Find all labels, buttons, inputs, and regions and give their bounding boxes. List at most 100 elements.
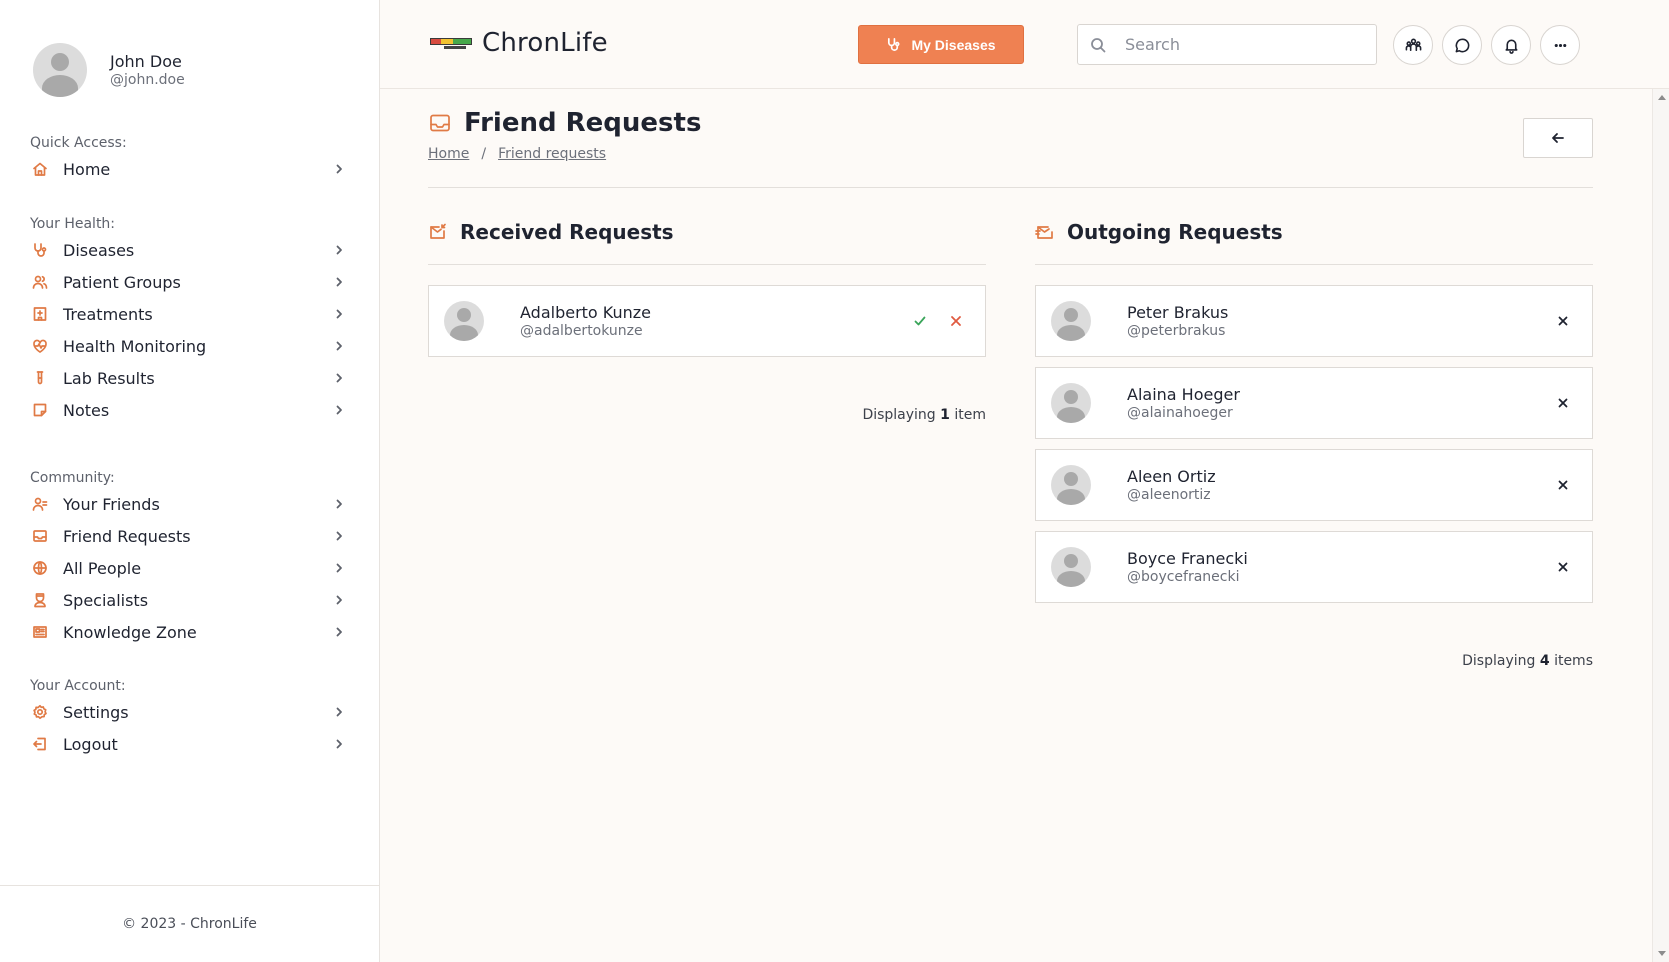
close-icon	[1558, 316, 1568, 326]
request-handle: @aleenortiz	[1127, 487, 1211, 503]
search-box	[1077, 24, 1377, 65]
sidebar-item-patient-groups[interactable]: Patient Groups	[30, 266, 345, 298]
sidebar-item-treatments[interactable]: Treatments	[30, 298, 345, 330]
nav-heading: Your Account:	[30, 678, 126, 694]
request-handle: @boycefranecki	[1127, 569, 1240, 585]
sidebar: John Doe @john.doe Quick Access: Home Yo…	[0, 0, 380, 962]
heart-pulse-icon	[31, 337, 49, 355]
back-button[interactable]	[1523, 118, 1593, 158]
nav-section-your-health: Your Health: Diseases Patient Groups Tre…	[30, 214, 345, 426]
cancel-request-button[interactable]	[1554, 312, 1572, 330]
sidebar-item-label: Your Friends	[63, 494, 160, 514]
sidebar-item-notes[interactable]: Notes	[30, 394, 345, 426]
bell-icon	[1505, 39, 1517, 54]
chat-icon	[1455, 38, 1469, 52]
outgoing-request-card: Peter Brakus @peterbrakus	[1035, 285, 1593, 357]
inbox-icon	[430, 114, 450, 132]
chevron-right-icon	[333, 626, 345, 638]
avatar	[1051, 547, 1091, 587]
chat-button[interactable]	[1442, 25, 1482, 65]
chevron-right-icon	[333, 706, 345, 718]
doctor-icon	[31, 591, 49, 609]
user-name: John Doe	[110, 52, 182, 71]
chevron-right-icon	[333, 244, 345, 256]
my-diseases-button[interactable]: My Diseases	[858, 25, 1024, 64]
outgoing-request-card: Aleen Ortiz @aleenortiz	[1035, 449, 1593, 521]
chevron-right-icon	[333, 738, 345, 750]
received-requests-panel: Received Requests Adalberto Kunze @adalb…	[428, 213, 986, 423]
users-icon	[31, 273, 49, 291]
chevron-right-icon	[333, 372, 345, 384]
cancel-request-button[interactable]	[1554, 394, 1572, 412]
nav-section-community: Community: Your Friends Friend Requests …	[30, 468, 345, 648]
outgoing-requests-title: Outgoing Requests	[1067, 219, 1283, 244]
avatar	[33, 43, 87, 97]
nav-heading: Your Health:	[30, 216, 116, 232]
request-name: Aleen Ortiz	[1127, 467, 1216, 486]
sidebar-item-label: Home	[63, 159, 111, 179]
outgoing-request-card: Boyce Franecki @boycefranecki	[1035, 531, 1593, 603]
stethoscope-icon	[888, 38, 900, 51]
received-requests-title: Received Requests	[460, 219, 674, 244]
nav-section-your-account: Your Account: Settings Logout	[30, 676, 345, 760]
more-icon	[1554, 43, 1566, 47]
sidebar-item-label: Health Monitoring	[63, 336, 207, 356]
sidebar-item-home[interactable]: Home	[30, 153, 345, 185]
outgoing-request-card: Alaina Hoeger @alainahoeger	[1035, 367, 1593, 439]
request-name: Adalberto Kunze	[520, 303, 652, 322]
sidebar-item-friend-requests[interactable]: Friend Requests	[30, 520, 345, 552]
people-icon	[1405, 38, 1421, 51]
avatar	[444, 301, 484, 341]
sidebar-item-label: Notes	[63, 400, 110, 420]
sidebar-item-settings[interactable]: Settings	[30, 696, 345, 728]
note-icon	[31, 401, 49, 419]
sidebar-item-label: Diseases	[63, 240, 135, 260]
notifications-button[interactable]	[1491, 25, 1531, 65]
chevron-right-icon	[333, 594, 345, 606]
sidebar-item-label: Friend Requests	[63, 526, 191, 546]
breadcrumb-separator: /	[481, 146, 487, 162]
sidebar-item-specialists[interactable]: Specialists	[30, 584, 345, 616]
nav-heading: Quick Access:	[30, 135, 127, 151]
avatar	[1051, 383, 1091, 423]
mail-outgoing-icon	[1035, 225, 1053, 239]
cancel-request-button[interactable]	[1554, 558, 1572, 576]
home-icon	[31, 160, 49, 178]
brand-logo	[430, 33, 472, 53]
close-icon	[1558, 398, 1568, 408]
test-tube-icon	[31, 369, 49, 387]
sidebar-item-label: Patient Groups	[63, 272, 181, 292]
search-input[interactable]	[1125, 35, 1355, 54]
breadcrumb-home-link[interactable]: Home	[428, 146, 469, 162]
sidebar-item-lab-results[interactable]: Lab Results	[30, 362, 345, 394]
people-button[interactable]	[1393, 25, 1433, 65]
chevron-right-icon	[333, 404, 345, 416]
gear-icon	[31, 703, 49, 721]
sidebar-item-health-monitoring[interactable]: Health Monitoring	[30, 330, 345, 362]
request-name: Alaina Hoeger	[1127, 385, 1240, 404]
scroll-down-arrow[interactable]	[1658, 951, 1666, 956]
outgoing-count: Displaying 4 items	[1462, 653, 1593, 669]
sidebar-footer: © 2023 - ChronLife	[0, 885, 379, 962]
request-name: Boyce Franecki	[1127, 549, 1248, 568]
my-diseases-label: My Diseases	[911, 36, 996, 53]
decline-request-button[interactable]	[947, 312, 965, 330]
brand[interactable]: ChronLife	[430, 28, 608, 58]
sidebar-item-your-friends[interactable]: Your Friends	[30, 488, 345, 520]
accept-request-button[interactable]	[911, 312, 929, 330]
globe-icon	[31, 559, 49, 577]
scroll-up-arrow[interactable]	[1658, 95, 1666, 100]
sidebar-item-label: Treatments	[63, 304, 153, 324]
breadcrumb-current-link[interactable]: Friend requests	[498, 146, 606, 162]
request-handle: @peterbrakus	[1127, 323, 1226, 339]
more-button[interactable]	[1540, 25, 1580, 65]
user-profile[interactable]: John Doe @john.doe	[33, 43, 185, 97]
cancel-request-button[interactable]	[1554, 476, 1572, 494]
sidebar-item-all-people[interactable]: All People	[30, 552, 345, 584]
scrollbar[interactable]	[1652, 89, 1669, 962]
sidebar-item-logout[interactable]: Logout	[30, 728, 345, 760]
sidebar-item-label: Lab Results	[63, 368, 155, 388]
page-title: Friend Requests	[464, 108, 702, 138]
sidebar-item-diseases[interactable]: Diseases	[30, 234, 345, 266]
sidebar-item-knowledge-zone[interactable]: Knowledge Zone	[30, 616, 345, 648]
